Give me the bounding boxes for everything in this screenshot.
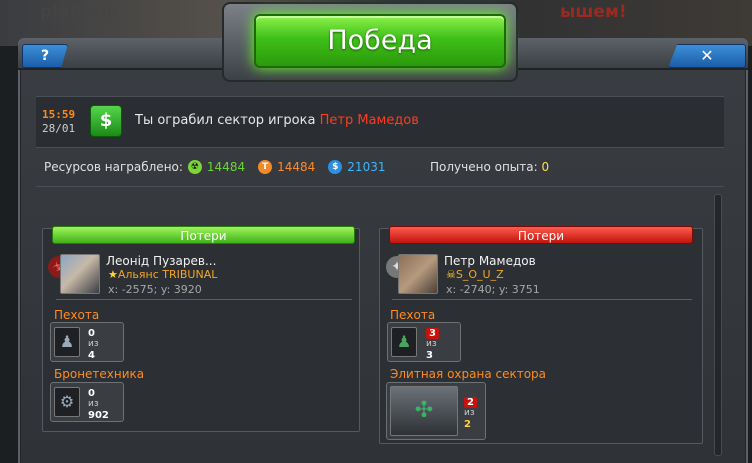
attacker-infantry-stats: 0 из 4 [88,328,99,361]
defender-infantry-lost: 3 [426,328,439,339]
defender-name[interactable]: Петр Мамедов [444,254,536,268]
attacker-infantry-title: Пехота [54,308,100,322]
defender-alliance-label: S_O_U_Z [455,268,504,281]
turret-icon: ✣ [390,386,458,436]
attacker-armor-of: из [88,399,99,409]
resources-label: Ресурсов награблено: [44,160,183,174]
event-message: Ты ограбил сектор игрока Петр Мамедов [135,113,419,128]
defender-elite-lost: 2 [464,397,477,408]
resource-value-blue: 21031 [347,160,386,174]
defender-avatar[interactable] [398,254,438,294]
background-text-left: plaBium [40,2,119,22]
money-dollar-icon: $ [90,105,122,137]
attacker-alliance[interactable]: ★Альянс TRIBUNAL [108,268,217,281]
attacker-losses-header: Потери [52,226,355,244]
defender-elite-of: из [464,408,475,418]
attacker-armor-stats: 0 из 902 [88,388,109,421]
attacker-coords[interactable]: x: -2575; y: 3920 [108,283,202,296]
titanium-icon: T [258,160,273,174]
money-icon: $ [328,160,343,174]
soldier-icon: ♟ [391,327,417,357]
attacker-infantry-of: из [88,339,99,349]
soldier-icon: ♟ [54,327,80,357]
attacker-armor-title: Бронетехника [54,367,145,381]
defender-coords[interactable]: x: -2740; y: 3751 [446,283,540,296]
defender-losses-header: Потери [389,226,693,244]
radiation-icon: ☢ [187,160,202,174]
defender-infantry-title: Пехота [390,308,436,322]
xp-label: Получено опыта: [430,160,538,174]
resource-value-green: 14484 [206,160,246,174]
defender-infantry-stats: 3 из 3 [426,328,439,361]
tank-icon: ⚙ [54,387,80,417]
attacker-infantry-lost: 0 [88,328,95,339]
dialog-title: Победа [254,14,506,68]
resource-value-orange: 14484 [277,160,316,174]
attacker-armor-lost: 0 [88,388,95,399]
attacker-avatar[interactable] [60,254,100,294]
vertical-scrollbar[interactable] [714,194,722,456]
skull-icon: ☠ [446,268,456,281]
close-button[interactable]: ✕ [668,44,746,68]
attacker-alliance-label: Альянс TRIBUNAL [117,268,218,281]
xp-value: 0 [541,160,550,174]
defender-separator [392,299,692,300]
attacker-armor-total: 902 [88,410,109,421]
defender-elite-title: Элитная охрана сектора [390,367,547,381]
defender-elite-total: 2 [464,419,471,430]
event-time: 15:59 [42,108,76,121]
background-text-right: ышем! [560,2,627,22]
attacker-separator [56,299,352,300]
experience-summary: Получено опыта: 0 [430,160,549,174]
attacker-name[interactable]: Леонід Пузарев... [106,254,216,268]
defender-elite-stats: 2 из 2 [464,397,477,430]
star-icon: ★ [108,268,118,281]
defender-infantry-of: из [426,339,437,349]
victim-name-link[interactable]: Петр Мамедов [320,113,419,128]
defender-infantry-total: 3 [426,350,433,361]
resources-summary: Ресурсов награблено: ☢ 14484 T 14484 $ 2… [44,160,385,174]
attacker-infantry-total: 4 [88,350,95,361]
event-message-text: Ты ограбил сектор игрока [135,113,320,128]
defender-alliance[interactable]: ☠S_O_U_Z [446,268,504,281]
help-button[interactable]: ? [22,44,68,68]
summary-divider [36,186,724,187]
event-date: 28/01 [42,122,76,135]
